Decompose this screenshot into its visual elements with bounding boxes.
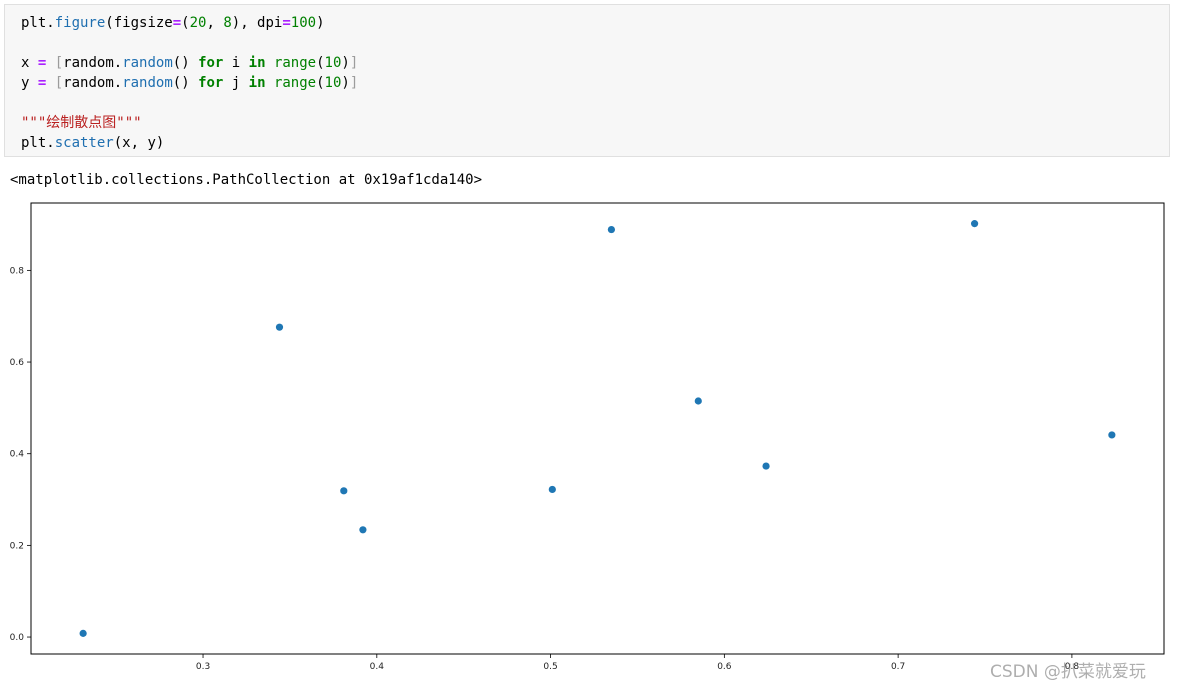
- code-token: in: [248, 75, 266, 91]
- code-line: """绘制散点图""": [21, 113, 142, 133]
- code-token: random.: [63, 75, 123, 91]
- scatter-plot: 0.3 0.4 0.5 0.6 0.7 0.8 0.0 0.2 0.4 0.6 0.8: [10, 202, 1165, 672]
- code-cell[interactable]: plt.figure(figsize=(20, 8), dpi=100) x =…: [4, 4, 1170, 157]
- y-tick-label: 0.0: [10, 633, 25, 643]
- code-token: random: [122, 55, 173, 71]
- code-token: ), dpi: [231, 15, 283, 31]
- x-tick-label: 0.3: [196, 662, 210, 672]
- scatter-point: [607, 225, 616, 234]
- code-token: scatter: [54, 135, 114, 151]
- code-token: ): [341, 75, 350, 91]
- scatter-point: [1108, 431, 1116, 439]
- code-token: (: [316, 55, 325, 71]
- code-token: range: [273, 55, 317, 71]
- code-token: ]: [349, 55, 359, 71]
- code-token: random.: [63, 55, 123, 71]
- code-token: j: [223, 75, 249, 91]
- code-token: (figsize: [105, 15, 173, 31]
- code-token: [: [54, 55, 64, 71]
- scatter-point: [548, 485, 556, 494]
- code-token: 10: [324, 75, 342, 91]
- code-token: for: [198, 55, 224, 71]
- code-token: 100: [290, 15, 317, 31]
- x-tick-label: 0.5: [543, 662, 557, 672]
- code-token: (): [172, 75, 199, 91]
- x-tick-label: 0.7: [891, 662, 905, 672]
- code-token: plt.: [21, 15, 55, 31]
- code-token: ,: [206, 15, 224, 31]
- cell-output-text: <matplotlib.collections.PathCollection a…: [10, 172, 483, 188]
- code-token: (: [316, 75, 325, 91]
- scatter-point: [275, 323, 284, 331]
- code-token: plt.: [21, 135, 55, 151]
- code-token: y: [21, 75, 38, 91]
- code-line: x = [random.random() for i in range(10)]: [21, 53, 358, 73]
- code-token: 20: [189, 15, 207, 31]
- code-line: plt.figure(figsize=(20, 8), dpi=100): [21, 13, 325, 33]
- scatter-point: [970, 220, 979, 228]
- code-token: ): [316, 15, 325, 31]
- plot-area: [30, 202, 1165, 655]
- scatter-point: [359, 526, 367, 534]
- code-token: """绘制散点图""": [21, 115, 142, 131]
- code-line: plt.scatter(x, y): [21, 133, 164, 153]
- code-token: ]: [349, 75, 359, 91]
- code-token: i: [223, 55, 249, 71]
- code-token: ): [341, 55, 350, 71]
- scatter-point: [694, 397, 702, 405]
- x-axis-ticks: 0.3 0.4 0.5 0.6 0.7 0.8: [196, 654, 1079, 672]
- code-token: =: [282, 15, 291, 31]
- code-token: =: [172, 15, 182, 31]
- code-token: figure: [54, 15, 106, 31]
- scatter-point: [340, 487, 348, 495]
- code-token: range: [273, 75, 317, 91]
- code-token: [: [54, 75, 64, 91]
- y-tick-label: 0.2: [10, 541, 24, 551]
- x-tick-label: 0.6: [717, 662, 732, 672]
- code-token: (: [181, 15, 190, 31]
- code-token: x: [21, 55, 38, 71]
- code-token: random: [122, 75, 173, 91]
- scatter-point: [79, 629, 87, 637]
- code-token: (x, y): [113, 135, 165, 151]
- code-token: 8: [223, 15, 232, 31]
- y-tick-label: 0.4: [10, 450, 25, 460]
- scatter-point: [762, 462, 770, 470]
- code-token: in: [248, 55, 266, 71]
- y-axis-ticks: 0.0 0.2 0.4 0.6 0.8: [10, 266, 31, 643]
- x-tick-label: 0.4: [370, 662, 385, 672]
- y-tick-label: 0.6: [10, 358, 25, 368]
- code-token: (): [172, 55, 199, 71]
- code-token: 10: [324, 55, 342, 71]
- y-tick-label: 0.8: [10, 266, 25, 276]
- csdn-watermark: CSDN @扒菜就爱玩: [990, 662, 1146, 682]
- code-token: for: [198, 75, 224, 91]
- code-line: y = [random.random() for j in range(10)]: [21, 73, 358, 93]
